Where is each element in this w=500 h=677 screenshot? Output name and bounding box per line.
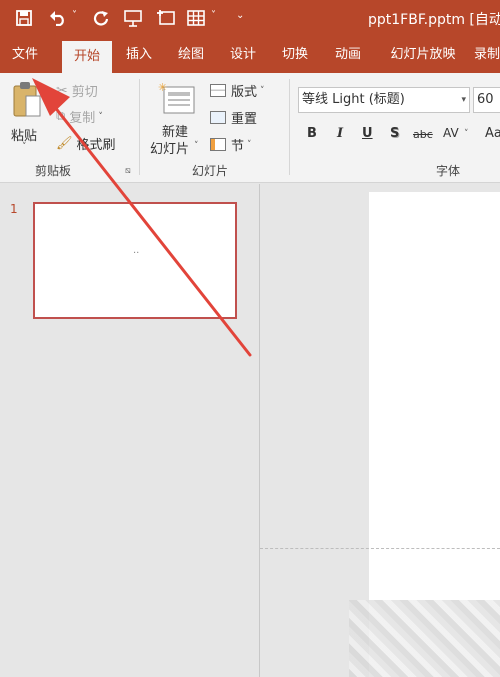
tab-record[interactable]: 录制 [474, 37, 500, 73]
layout-button[interactable]: 版式 ˅ [210, 81, 265, 100]
font-name-dropdown-icon[interactable]: ▾ [461, 88, 466, 112]
group-divider [139, 79, 140, 175]
cut-label: 剪切 [71, 85, 98, 100]
tab-draw[interactable]: 绘图 [168, 37, 214, 73]
scissors-icon: ✂ [56, 82, 68, 99]
tab-slideshow[interactable]: 幻灯片放映 [378, 37, 468, 73]
font-group-label: 字体 [436, 164, 461, 178]
format-painter-button[interactable]: 🖌 格式刷 [56, 134, 116, 153]
reset-label: 重置 [231, 112, 258, 127]
font-name-value: 等线 Light (标题) [302, 92, 405, 107]
copy-icon: ⧉ [56, 109, 66, 124]
spacing-dropdown-icon[interactable]: ˅ [464, 129, 469, 139]
svg-text:✳: ✳ [158, 81, 167, 94]
font-size-value: 60 [477, 92, 494, 107]
paste-dropdown-icon[interactable]: ˅ [22, 142, 27, 152]
format-painter-label: 格式刷 [76, 138, 116, 153]
ribbon-tabs: 文件 开始 插入 绘图 设计 切换 动画 幻灯片放映 录制 [0, 37, 500, 73]
clipboard-icon [13, 82, 41, 117]
cut-button[interactable]: ✂ 剪切 [56, 81, 98, 101]
undo-icon[interactable] [48, 8, 68, 28]
ribbon: 粘贴 ˅ ✂ 剪切 ⧉ 复制 ˅ 🖌 格式刷 剪贴板 ⧅ ✳ 新建 幻灯片 ˅ … [0, 73, 500, 183]
slide-thumbnail[interactable]: ·· [33, 202, 237, 319]
section-label: 节 [231, 139, 245, 154]
present-icon[interactable] [122, 8, 144, 28]
undo-dropdown-icon[interactable]: ˅ [72, 10, 77, 21]
tab-file[interactable]: 文件 [0, 37, 50, 73]
italic-button[interactable]: I [337, 126, 343, 141]
new-slide-dropdown-icon[interactable]: ˅ [194, 141, 199, 151]
paintbrush-icon: 🖌 [56, 136, 73, 151]
new-slide-icon: ✳ [158, 81, 195, 114]
tab-home[interactable]: 开始 [62, 41, 112, 73]
font-name-combo[interactable]: 等线 Light (标题) ▾ [298, 87, 470, 113]
clipboard-launcher-icon[interactable]: ⧅ [125, 166, 131, 176]
character-spacing-button[interactable]: AV [443, 126, 459, 140]
layout-dropdown-icon[interactable]: ˅ [260, 86, 265, 96]
section-icon [210, 138, 226, 151]
change-case-button[interactable]: Aa [485, 126, 500, 141]
copy-dropdown-icon[interactable]: ˅ [98, 112, 103, 122]
paste-button[interactable]: 粘贴 ˅ [8, 79, 46, 152]
bold-button[interactable]: B [307, 126, 317, 141]
new-slide-icon[interactable] [155, 8, 177, 28]
table-icon[interactable] [185, 8, 207, 28]
table-dropdown-icon[interactable]: ˅ [211, 10, 216, 21]
layout-icon [210, 84, 226, 97]
notes-divider [260, 548, 500, 549]
redo-icon[interactable] [91, 8, 111, 28]
tab-animations[interactable]: 动画 [325, 37, 371, 73]
copy-button[interactable]: ⧉ 复制 ˅ [56, 107, 103, 126]
document-title: ppt1FBF.pptm [自动 [368, 12, 500, 28]
reset-button[interactable]: 重置 [210, 108, 257, 127]
clipboard-group-label: 剪贴板 [35, 164, 72, 178]
customize-icon[interactable]: ⌄ [236, 10, 244, 21]
strikethrough-button[interactable]: abc [413, 128, 433, 141]
title-bar: ˅ ˅ ⌄ ppt1FBF.pptm [自动 [0, 0, 500, 37]
group-divider [289, 79, 290, 175]
reset-icon [210, 111, 226, 124]
slide-number: 1 [10, 202, 18, 216]
underline-button[interactable]: U [362, 126, 373, 141]
section-dropdown-icon[interactable]: ˅ [247, 140, 252, 150]
new-slide-label-line2: 幻灯片 [150, 142, 190, 157]
watermark-blur [349, 600, 500, 677]
new-slide-button[interactable]: ✳ 新建 幻灯片 ˅ [148, 79, 204, 159]
slides-group-label: 幻灯片 [192, 164, 229, 178]
tab-transitions[interactable]: 切换 [272, 37, 318, 73]
font-size-combo[interactable]: 60 [473, 87, 500, 113]
save-icon[interactable] [14, 8, 34, 28]
copy-label: 复制 [69, 111, 96, 126]
shadow-button[interactable]: S [390, 126, 399, 141]
thumbnail-placeholder-mark: ·· [133, 248, 140, 259]
section-button[interactable]: 节 ˅ [210, 135, 252, 154]
tab-design[interactable]: 设计 [220, 37, 266, 73]
layout-label: 版式 [231, 85, 258, 100]
tab-insert[interactable]: 插入 [116, 37, 162, 73]
